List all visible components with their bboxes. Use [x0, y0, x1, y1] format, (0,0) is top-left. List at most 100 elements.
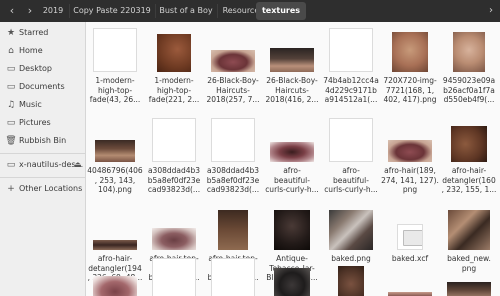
file-item[interactable]: afro-hair- detangler(160 , 232, 155, 1..… — [436, 112, 500, 200]
file-item[interactable]: 40486796(406 , 253, 143, 104).png — [86, 112, 148, 200]
file-name: afro-hair- detangler(160 , 232, 155, 1..… — [441, 166, 497, 194]
file-name: 1-modern- high-top- fade(221, 2... — [148, 76, 200, 104]
file-name: afro- beautiful- curls-curly-h... — [324, 166, 378, 194]
file-item[interactable]: 9459023e09a b26acf0a1f7a d550eb4f9(... — [436, 22, 500, 110]
file-name: 26-Black-Boy- Haircuts- 2018(416, 2... — [265, 76, 319, 104]
file-thumbnail — [93, 240, 137, 250]
file-name: a308ddad4b3 b5a8ef0df23e cad93823d(... — [147, 166, 201, 194]
plus-icon: + — [7, 184, 15, 194]
file-item[interactable]: 1-modern- high-top- fade(43, 26... — [86, 22, 148, 110]
file-thumbnail — [397, 224, 423, 250]
path-bar: ‹ › 2019 Copy Paste 220319 Bust of a Boy… — [0, 0, 500, 22]
file-thumbnail — [274, 268, 310, 296]
file-item[interactable]: a308ddad4b3 b5a8ef0df23e cad93823d(... — [200, 112, 266, 200]
folder-icon: ▭ — [6, 82, 16, 92]
file-name: 40486796(406 , 253, 143, 104).png — [87, 166, 143, 194]
sidebar-divider — [0, 177, 85, 178]
music-icon: ♫ — [6, 100, 16, 110]
chevron-right-icon: › — [27, 4, 33, 17]
sidebar-item-x-nautilus[interactable]: ▭ x-nautilus-des... ⏏ — [0, 156, 85, 174]
file-thumbnail — [388, 292, 432, 296]
file-name: 720X720-img- 7721(168, 1, 402, 417).png — [383, 76, 437, 104]
file-item[interactable] — [200, 252, 266, 296]
sidebar-item-label: Desktop — [19, 64, 52, 73]
back-button[interactable]: ‹ — [3, 2, 21, 20]
file-thumbnail — [388, 140, 432, 162]
sidebar-item-music[interactable]: ♫ Music — [0, 96, 85, 114]
file-item[interactable]: a308ddad4b3 b5a8ef0df23e cad93823d(... — [141, 112, 207, 200]
drive-icon: ▭ — [6, 160, 16, 170]
file-thumbnail — [329, 210, 373, 250]
file-thumbnail — [218, 210, 248, 250]
sidebar: ★ Starred ⌂ Home ▭ Desktop ▭ Documents ♫… — [0, 22, 86, 296]
chevron-right-icon: › — [489, 5, 493, 16]
file-item[interactable] — [318, 252, 384, 296]
sidebar-item-desktop[interactable]: ▭ Desktop — [0, 60, 85, 78]
file-item[interactable]: 74b4ab12cc4a 4d229c9171b a914512a1(... — [318, 22, 384, 110]
file-name: 74b4ab12cc4a 4d229c9171b a914512a1(... — [323, 76, 379, 104]
file-name: a308ddad4b3 b5a8ef0df23e cad93823d(... — [206, 166, 260, 194]
file-thumbnail — [152, 228, 196, 250]
file-name: afro- beautiful- curls-curly-h... — [265, 166, 319, 194]
file-thumbnail — [329, 118, 373, 162]
sidebar-item-label: Home — [19, 46, 43, 55]
file-item[interactable] — [141, 252, 207, 296]
file-item[interactable]: afro-hair(189, 274, 141, 127). png — [377, 112, 443, 200]
file-item[interactable] — [86, 252, 148, 296]
breadcrumb-2019[interactable]: 2019 — [38, 2, 68, 20]
file-thumbnail — [152, 118, 196, 162]
file-item[interactable]: 1-modern- high-top- fade(221, 2... — [141, 22, 207, 110]
sidebar-item-starred[interactable]: ★ Starred — [0, 24, 85, 42]
file-name: afro-hair(189, 274, 141, 127). png — [381, 166, 439, 194]
sidebar-item-label: Documents — [19, 82, 65, 91]
trash-icon: 🗑 — [5, 136, 17, 146]
scroll-breadcrumb-right-button[interactable]: › — [484, 2, 498, 20]
folder-icon: ▭ — [6, 64, 16, 74]
file-thumbnail — [211, 118, 255, 162]
file-grid: 1-modern- high-top- fade(43, 26... 1-mode… — [86, 22, 500, 296]
file-item[interactable] — [436, 252, 500, 296]
file-thumbnail — [211, 258, 255, 296]
file-thumbnail — [451, 126, 487, 162]
file-item[interactable] — [259, 252, 325, 296]
sidebar-item-label: Starred — [19, 28, 49, 37]
file-item[interactable]: afro- beautiful- curls-curly-h... — [259, 112, 325, 200]
chevron-left-icon: ‹ — [9, 4, 15, 17]
sidebar-item-home[interactable]: ⌂ Home — [0, 42, 85, 60]
star-icon: ★ — [6, 28, 16, 38]
forward-button[interactable]: › — [21, 2, 39, 20]
file-thumbnail — [157, 34, 191, 72]
breadcrumb-textures[interactable]: textures — [256, 2, 306, 20]
file-item[interactable]: 26-Black-Boy- Haircuts- 2018(257, 7... — [200, 22, 266, 110]
sidebar-item-pictures[interactable]: ▭ Pictures — [0, 114, 85, 132]
file-thumbnail — [270, 48, 314, 72]
sidebar-item-documents[interactable]: ▭ Documents — [0, 78, 85, 96]
file-thumbnail — [93, 276, 137, 296]
file-thumbnail — [211, 50, 255, 72]
sidebar-item-label: Rubbish Bin — [19, 136, 67, 145]
sidebar-item-rubbish-bin[interactable]: 🗑 Rubbish Bin — [0, 132, 85, 150]
home-icon: ⌂ — [8, 46, 14, 56]
breadcrumb-copy-paste[interactable]: Copy Paste 220319 — [70, 2, 154, 20]
sidebar-divider — [0, 153, 85, 154]
file-thumbnail — [453, 32, 485, 72]
eject-icon[interactable]: ⏏ — [74, 156, 82, 174]
file-item[interactable]: afro- beautiful- curls-curly-h... — [318, 112, 384, 200]
file-thumbnail — [338, 266, 364, 296]
folder-icon: ▭ — [6, 118, 16, 128]
sidebar-item-other-locations[interactable]: + Other Locations — [0, 180, 85, 198]
file-thumbnail — [448, 210, 490, 250]
file-thumbnail — [93, 28, 137, 72]
sidebar-item-label: Pictures — [19, 118, 51, 127]
file-name: 1-modern- high-top- fade(43, 26... — [89, 76, 141, 104]
file-thumbnail — [392, 32, 428, 72]
file-name: 9459023e09a b26acf0a1f7a d550eb4f9(... — [442, 76, 496, 104]
file-thumbnail — [152, 258, 196, 296]
breadcrumb-bust-of-a-boy[interactable]: Bust of a Boy — [156, 2, 216, 20]
file-item[interactable]: 720X720-img- 7721(168, 1, 402, 417).png — [377, 22, 443, 110]
file-name: 26-Black-Boy- Haircuts- 2018(257, 7... — [206, 76, 260, 104]
sidebar-item-label: Other Locations — [19, 184, 83, 193]
file-item[interactable] — [377, 252, 443, 296]
file-item[interactable]: 26-Black-Boy- Haircuts- 2018(416, 2... — [259, 22, 325, 110]
file-thumbnail — [274, 210, 310, 250]
